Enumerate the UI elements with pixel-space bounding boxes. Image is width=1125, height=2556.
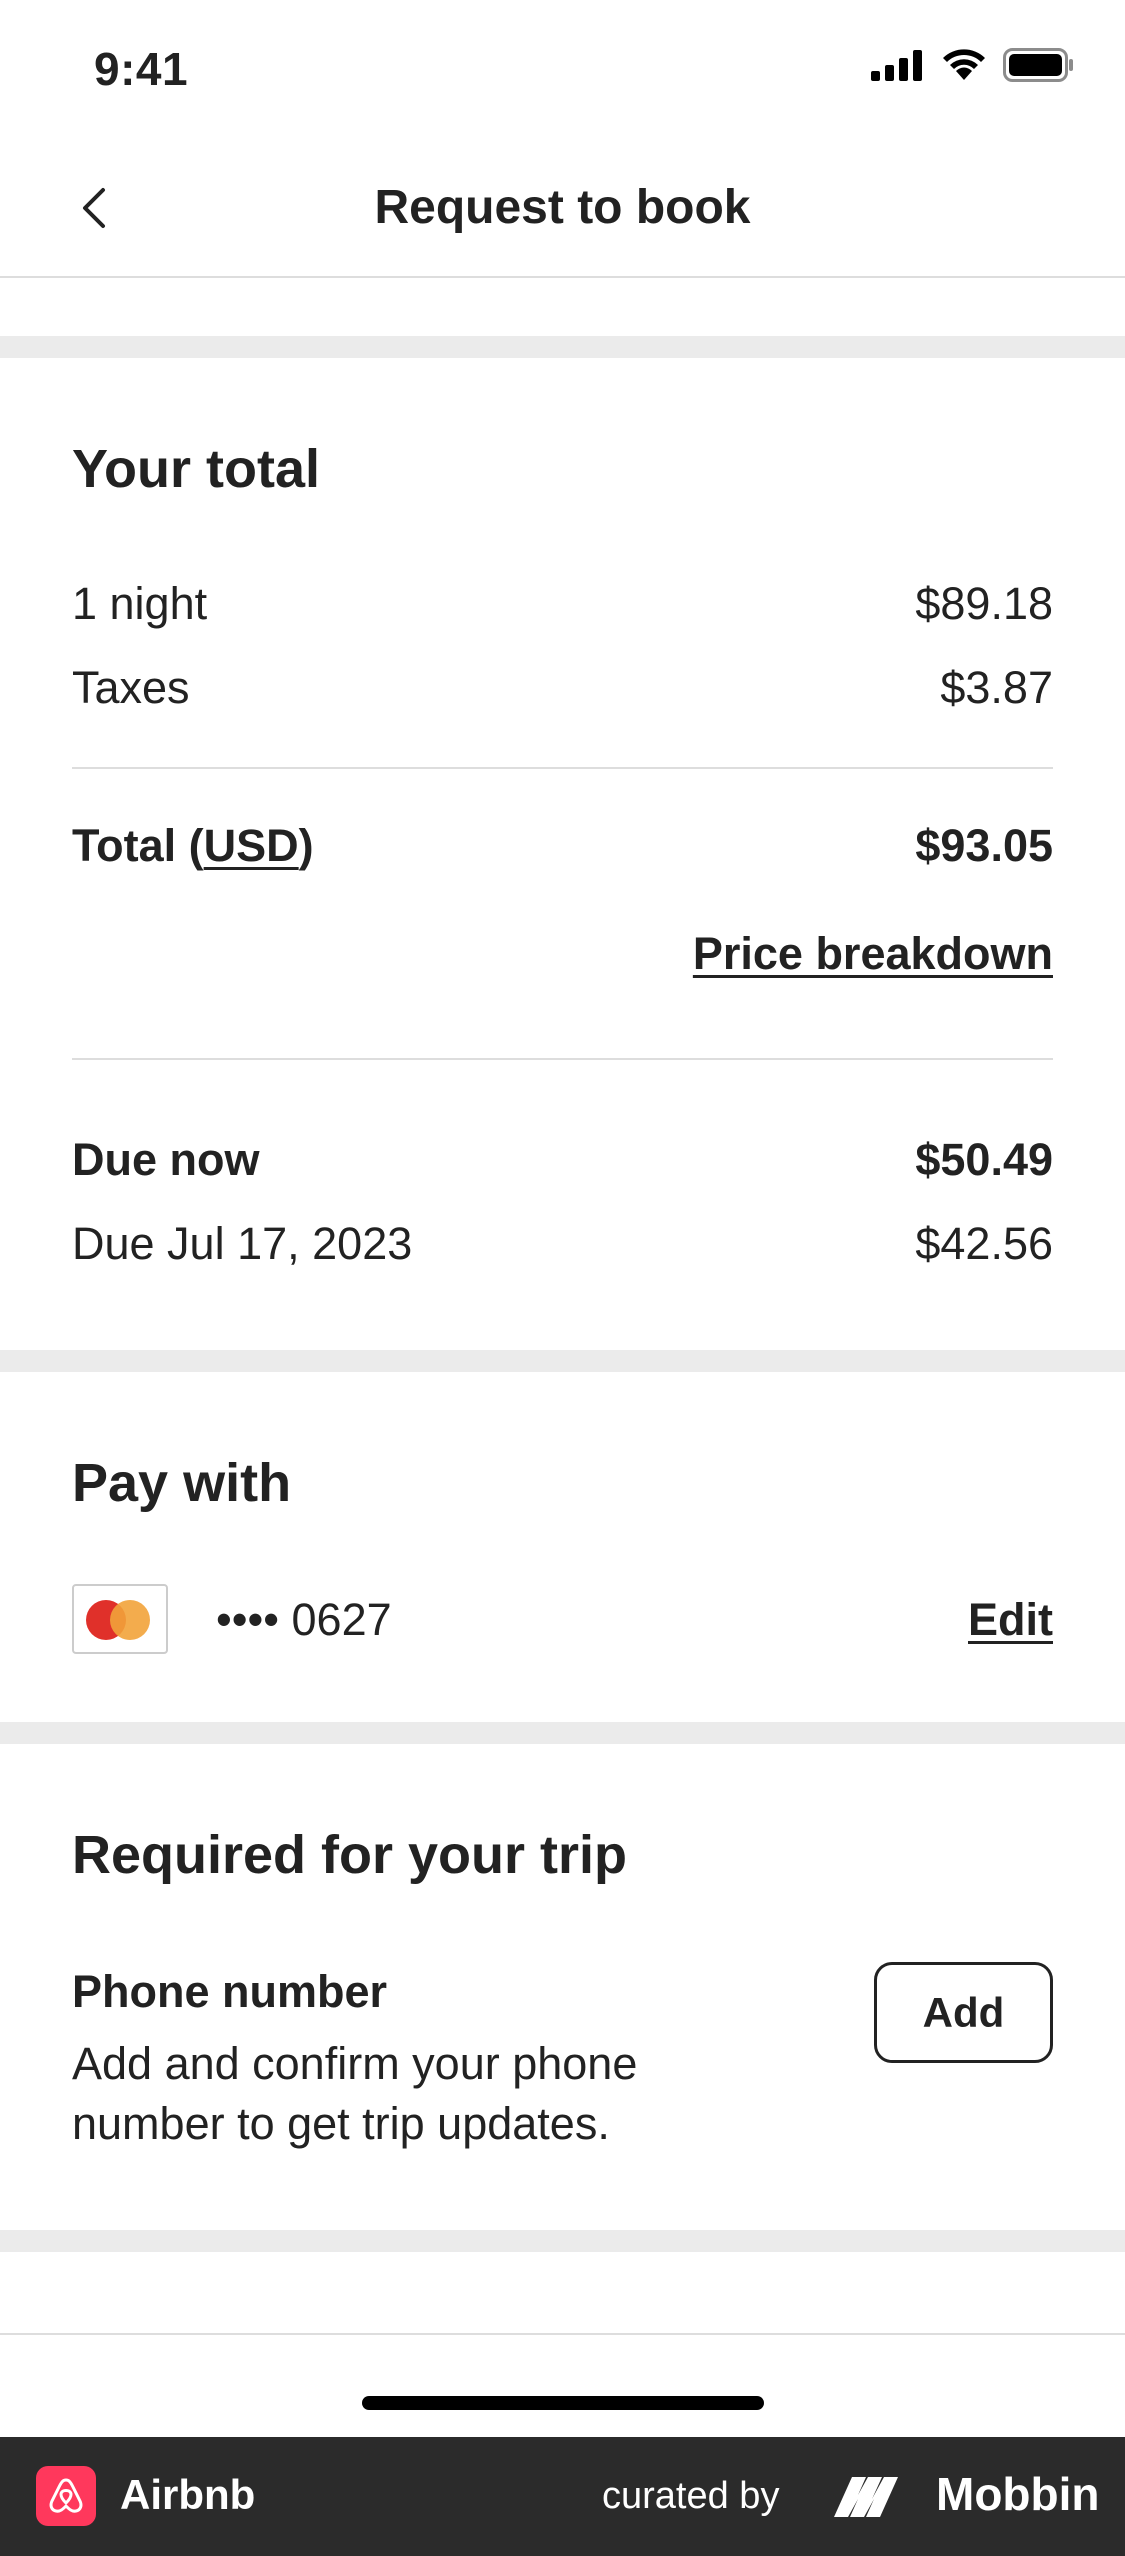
required-heading: Required for your trip: [72, 1825, 628, 1885]
price-breakdown-link[interactable]: Price breakdown: [693, 928, 1053, 980]
page-title: Request to book: [374, 181, 751, 234]
status-bar: 9:41: [0, 0, 1125, 140]
taxes-value: $3.87: [940, 662, 1053, 713]
bottom-bar-border: [0, 2333, 1125, 2335]
total-value: $93.05: [915, 820, 1053, 871]
add-phone-button[interactable]: Add: [874, 1962, 1053, 2063]
mastercard-icon: [72, 1584, 168, 1654]
card-number: •••• 0627: [216, 1594, 392, 1645]
edit-payment-link[interactable]: Edit: [968, 1594, 1053, 1646]
section-divider: [0, 1350, 1125, 1372]
footer-brand: Mobbin: [936, 2468, 1100, 2520]
wifi-icon: [943, 49, 985, 80]
section-divider: [0, 336, 1125, 358]
phone-number-description: Add and confirm your phone number to get…: [72, 2038, 638, 2149]
total-label-prefix: Total (: [72, 820, 204, 871]
divider-line: [72, 767, 1053, 769]
section-divider: [0, 1722, 1125, 1744]
footer: Airbnb curated by Mobbin: [0, 2437, 1125, 2556]
total-label-suffix: ): [298, 820, 314, 871]
battery-icon: [1003, 48, 1073, 82]
status-time: 9:41: [94, 43, 189, 95]
total-label: Total (USD): [72, 820, 314, 872]
taxes-label: Taxes: [72, 662, 190, 713]
status-icons: [871, 48, 1075, 82]
footer-app-name: Airbnb: [120, 2471, 256, 2518]
currency-link[interactable]: USD: [204, 820, 299, 871]
footer-curated-by: curated by: [602, 2475, 780, 2517]
mobbin-logo-icon: [834, 2477, 898, 2517]
airbnb-logo-icon: [36, 2466, 96, 2526]
divider-line: [72, 1058, 1053, 1060]
due-later-label: Due Jul 17, 2023: [72, 1218, 413, 1269]
pay-with-heading: Pay with: [72, 1453, 292, 1513]
section-divider: [0, 2230, 1125, 2252]
due-now-label: Due now: [72, 1134, 260, 1185]
phone-number-title: Phone number: [72, 1966, 388, 2017]
due-later-value: $42.56: [915, 1218, 1053, 1269]
night-label: 1 night: [72, 578, 208, 629]
nav-bar: Request to book: [0, 140, 1125, 278]
night-value: $89.18: [915, 578, 1053, 629]
total-heading: Your total: [72, 439, 320, 499]
home-indicator: [362, 2396, 764, 2410]
due-now-value: $50.49: [915, 1134, 1053, 1185]
cellular-signal-icon: [871, 50, 922, 81]
